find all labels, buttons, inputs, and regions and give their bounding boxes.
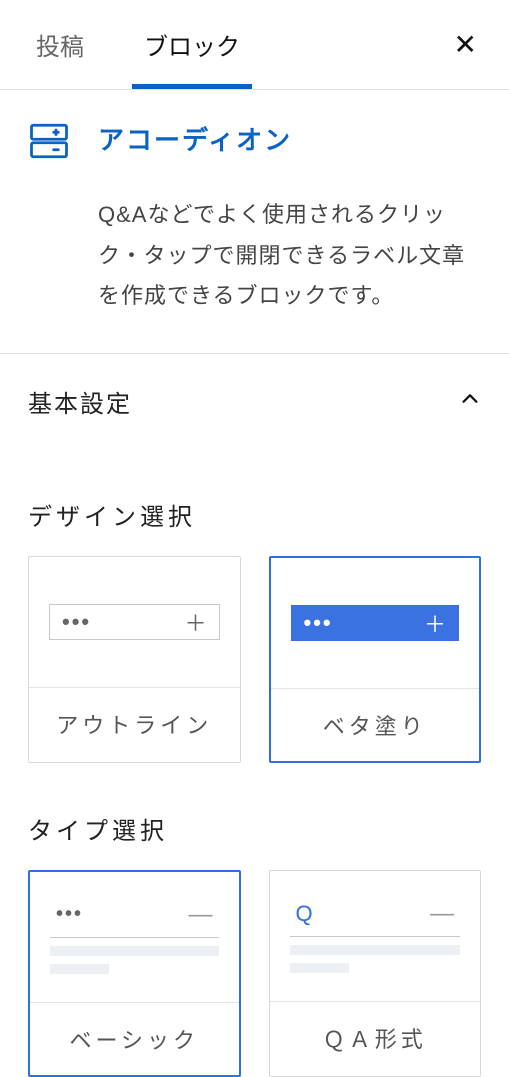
design-solid-preview: ••• ＋ [271,558,480,688]
type-option-basic[interactable]: ••• — ベーシック [28,870,241,1077]
close-button[interactable]: ✕ [446,20,485,69]
q-glyph: Q [296,901,313,927]
design-outline-label: アウトライン [29,687,240,760]
plus-icon: ＋ [424,607,446,639]
placeholder-line [290,963,350,973]
minus-icon: — [189,901,213,929]
design-outline-preview: ••• ＋ [29,557,240,687]
inspector-tabs: 投稿 ブロック ✕ [0,0,509,90]
dots-icon: ••• [56,903,83,926]
chevron-up-icon [459,388,481,415]
block-description: Q&Aなどでよく使用されるクリック・タップで開閉できるラベル文章を作成できるブロ… [0,179,509,353]
type-basic-preview: ••• — [30,872,239,1002]
section-basic-body: デザイン選択 ••• ＋ アウトライン ••• ＋ ベタ塗り タイプ選択 [0,497,509,1077]
design-option-outline[interactable]: ••• ＋ アウトライン [28,556,241,763]
block-header: アコーディオン [0,90,509,179]
type-qa-label: ＱＡ形式 [270,1001,481,1074]
placeholder-line [290,945,461,955]
type-qa-preview: Q — [270,871,481,1001]
type-select-title: タイプ選択 [28,811,481,846]
type-basic-label: ベーシック [30,1002,239,1075]
dots-icon: ••• [304,610,333,636]
tab-block[interactable]: ブロック [132,0,252,89]
design-solid-label: ベタ塗り [271,688,480,761]
type-option-qa[interactable]: Q — ＱＡ形式 [269,870,482,1077]
plus-icon: ＋ [184,606,206,638]
dots-icon: ••• [62,609,91,635]
placeholder-line [50,946,219,956]
design-option-solid[interactable]: ••• ＋ ベタ塗り [269,556,482,763]
type-option-grid: ••• — ベーシック Q — [28,870,481,1077]
design-option-grid: ••• ＋ アウトライン ••• ＋ ベタ塗り [28,556,481,763]
accordion-icon [28,120,70,167]
placeholder-line [50,964,109,974]
section-basic-header[interactable]: 基本設定 [0,354,509,449]
design-select-title: デザイン選択 [28,497,481,532]
section-basic-title: 基本設定 [28,384,132,419]
minus-icon: — [430,900,454,928]
block-title: アコーディオン [98,120,292,157]
tab-post[interactable]: 投稿 [24,0,96,89]
